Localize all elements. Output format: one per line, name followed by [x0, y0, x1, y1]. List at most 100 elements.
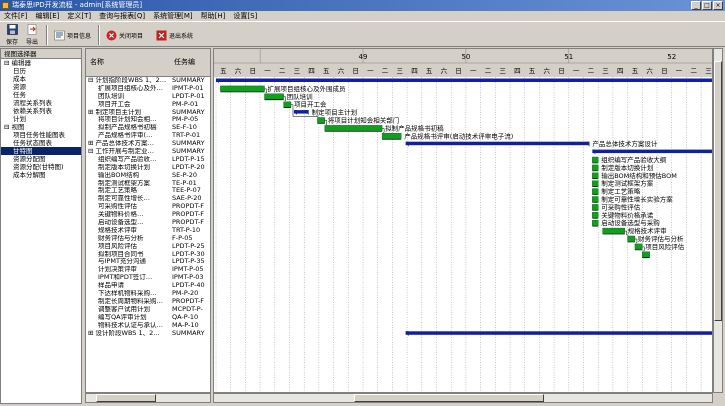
table-row[interactable]: 制定工艺策略 TEE-P-07	[86, 187, 210, 195]
task-code-cell: PM-P-20	[172, 290, 199, 298]
view-tree-item[interactable]: 计划	[1, 115, 81, 123]
day-label: 六	[338, 66, 345, 75]
table-row[interactable]: 启动设备选型… PROPDT-F	[86, 219, 210, 227]
menu-help[interactable]: 帮助[H]	[197, 11, 230, 21]
table-row[interactable]: 组织编写产品验收… LPDT-P-15	[86, 156, 210, 164]
table-row[interactable]: 财务评估与分析 F-P-05	[86, 235, 210, 243]
task-code-cell: PM-P-01	[172, 100, 199, 108]
table-row[interactable]: 物料技术认证与承认… MA-P-10	[86, 322, 210, 330]
table-row[interactable]: ⊟ 计划指阶段WBS 1、2… SUMMARY	[86, 77, 210, 85]
task-name-cell: 拟制项目合同书	[98, 250, 144, 258]
menu-define[interactable]: 定义[T]	[63, 11, 95, 21]
close-window-button[interactable]: ×	[713, 1, 723, 10]
table-row[interactable]: ⊟ 工作开展与制定业… SUMMARY	[86, 148, 210, 156]
table-row[interactable]: ⊞ 产品总体技术方案… SUMMARY	[86, 140, 210, 148]
table-row[interactable]: 制定长周期物料采购… PROPDT-F	[86, 298, 210, 306]
table-row[interactable]: IPMT和PDT签订… IPMT-P-03	[86, 274, 210, 282]
table-row[interactable]: 项目风险评估 LPDT-P-25	[86, 243, 210, 251]
table-row[interactable]: 制定测试框架方案 TE-P-01	[86, 180, 210, 188]
menu-system[interactable]: 系统管理[M]	[149, 11, 197, 21]
chart-horizontal-scrollbar[interactable]	[213, 393, 713, 403]
view-tree-item[interactable]: 依赖关系列表	[1, 107, 81, 115]
table-row[interactable]: 可采购性评估 PROPDT-F	[86, 203, 210, 211]
table-row[interactable]: 关键物料价格… PROPDT-F	[86, 211, 210, 219]
vertical-scroll-thumb[interactable]	[714, 61, 722, 321]
vertical-scrollbar[interactable]	[713, 48, 723, 393]
task-bar	[220, 85, 265, 92]
menu-query[interactable]: 查询与报表[Q]	[95, 11, 149, 21]
column-header-name[interactable]: 名称	[90, 57, 104, 67]
view-tree-item[interactable]: ⊟ 编辑器	[1, 59, 81, 67]
day-label: 二	[691, 67, 698, 75]
view-tree-item[interactable]: 资源分配(甘特图)	[1, 163, 81, 171]
view-tree-item[interactable]: 成本	[1, 75, 81, 83]
table-row[interactable]: 项目开工会 PM-P-01	[86, 101, 210, 109]
view-tree-item[interactable]: 任务	[1, 91, 81, 99]
task-code-cell: SUMMARY	[172, 77, 205, 84]
view-tree-item[interactable]: 甘特图	[1, 147, 81, 155]
table-row[interactable]: 将项目计划知会相… PM-P-05	[86, 116, 210, 124]
exit-icon	[156, 30, 167, 40]
task-label: 制定项目主计划	[312, 108, 358, 117]
task-code-cell: SUMMARY	[172, 148, 205, 156]
view-tree-item[interactable]: 日历	[1, 67, 81, 75]
task-label: 制定测试框架方案	[601, 179, 654, 188]
minimize-button[interactable]: _	[691, 1, 701, 10]
task-bar	[634, 243, 643, 250]
table-row[interactable]: 规格技术评审 TRT-P-10	[86, 227, 210, 235]
table-row[interactable]: 制定版本切换计划 LPDT-P-20	[86, 164, 210, 172]
maximize-button[interactable]: □	[702, 1, 712, 10]
task-bar	[264, 93, 284, 100]
column-header-code[interactable]: 任务编	[174, 57, 195, 67]
export-button[interactable]: 导出	[24, 24, 40, 46]
task-name-cell: 扩展项目组核心及外…	[98, 84, 163, 92]
view-tree-item[interactable]: 任务状态图表	[1, 139, 81, 147]
task-label: 产品规格书评审(启动技术评审电子流)	[404, 131, 513, 140]
table-row[interactable]: 调整客户试用计划 MCPDT-P-	[86, 306, 210, 314]
task-bar	[592, 172, 599, 179]
view-tree-item[interactable]: 流程关系列表	[1, 99, 81, 107]
summary-bar	[405, 331, 712, 335]
table-row[interactable]: 扩展项目组核心及外… IPMT-P-01	[86, 85, 210, 93]
task-name-cell: 项目开工会	[98, 100, 131, 108]
close-project-button[interactable]: 关闭项目	[106, 24, 143, 46]
project-info-button[interactable]: 项目信息	[54, 24, 91, 46]
table-row[interactable]: 计划决策评审 IPMT-P-05	[86, 266, 210, 274]
view-tree-item[interactable]: 资源分配图	[1, 155, 81, 163]
view-tree-item[interactable]: 项目任务性能图表	[1, 131, 81, 139]
view-tree-item[interactable]: 资源	[1, 83, 81, 91]
task-name-cell: 财务评估与分析	[98, 234, 144, 242]
week-label: 52	[667, 53, 676, 61]
task-label: 启动设备选型与采购	[601, 218, 660, 227]
table-row[interactable]: ⊞ 制定项目主计划 SUMMARY	[86, 109, 210, 117]
task-bar	[602, 227, 625, 234]
table-row[interactable]: 下达样机物料采购… PM-P-20	[86, 290, 210, 298]
table-row[interactable]: 输出BOM结构 SE-P-20	[86, 172, 210, 180]
day-label: 日	[250, 67, 257, 75]
view-tree-item[interactable]: 成本分解图	[1, 171, 81, 179]
task-label: 扩展项目组核心及外围成员	[268, 84, 347, 93]
table-row[interactable]: ⊞ 设计阶段WBS 1、2… SUMMARY	[86, 330, 210, 338]
exit-system-button[interactable]: 退出系统	[156, 24, 193, 46]
table-row[interactable]: 样品申请 LPDT-P-40	[86, 282, 210, 290]
table-row[interactable]: 产品规格书评审(… TRT-P-01	[86, 132, 210, 140]
table-row[interactable]: 拟制产品规格书初稿 SE-F-10	[86, 124, 210, 132]
menu-file[interactable]: 文件[F]	[0, 11, 32, 21]
table-row[interactable]: 制定可靠性增长… SAE-P-20	[86, 195, 210, 203]
view-tree-item[interactable]: ⊟ 视图	[1, 123, 81, 131]
grid-header: 名称 任务编	[86, 49, 210, 77]
save-button[interactable]: 保存	[4, 24, 20, 46]
table-row[interactable]: 编写QA评审计划 QA-P-10	[86, 314, 210, 322]
day-label: 二	[382, 67, 389, 75]
menu-edit[interactable]: 编辑[E]	[32, 11, 64, 21]
task-bar	[592, 188, 599, 195]
chart-scroll-thumb[interactable]	[354, 394, 544, 402]
grid-horizontal-scrollbar[interactable]	[85, 393, 211, 403]
grid-scroll-thumb[interactable]	[96, 394, 156, 402]
table-row[interactable]: 团队培训 LPDT-P-01	[86, 93, 210, 101]
menu-settings[interactable]: 设置[S]	[229, 11, 261, 21]
day-label: 四	[411, 67, 418, 75]
task-name-cell: 物料技术认证与承认…	[98, 321, 163, 329]
table-row[interactable]: 与IPMT充分沟通 LPDT-P-35	[86, 258, 210, 266]
table-row[interactable]: 拟制项目合同书 LPDT-P-30	[86, 251, 210, 259]
